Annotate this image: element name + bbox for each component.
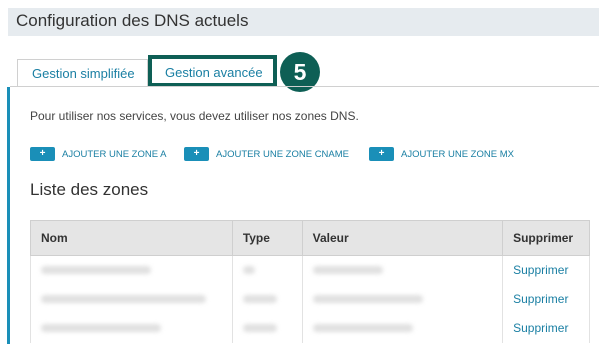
delete-link[interactable]: Supprimer bbox=[513, 263, 568, 277]
cell-nom-redacted bbox=[30, 284, 233, 314]
column-header-supprimer: Supprimer bbox=[502, 220, 590, 256]
button-label: AJOUTER UNE ZONE A bbox=[62, 148, 167, 160]
column-header-type: Type bbox=[231, 220, 303, 256]
plus-icon: + bbox=[30, 147, 55, 161]
table-row: Supprimer bbox=[30, 255, 590, 285]
delete-link[interactable]: Supprimer bbox=[513, 321, 568, 335]
page-header: Configuration des DNS actuels bbox=[8, 8, 599, 36]
table-header-row: Nom Type Valeur Supprimer bbox=[30, 220, 590, 256]
add-zone-cname-button[interactable]: + AJOUTER UNE ZONE CNAME bbox=[184, 146, 349, 162]
column-header-nom: Nom bbox=[30, 220, 233, 256]
tabs-divider bbox=[10, 86, 599, 87]
cell-type-redacted bbox=[231, 255, 303, 285]
cell-delete: Supprimer bbox=[502, 255, 590, 285]
tab-gestion-simplifiee[interactable]: Gestion simplifiée bbox=[17, 59, 148, 87]
zones-table: Nom Type Valeur Supprimer Supprimer Supp… bbox=[30, 220, 590, 343]
plus-icon: + bbox=[184, 147, 209, 161]
column-header-valeur: Valeur bbox=[301, 220, 504, 256]
table-row: Supprimer bbox=[30, 313, 590, 343]
cell-valeur-redacted bbox=[301, 284, 504, 314]
cell-nom-redacted bbox=[30, 313, 233, 343]
intro-text: Pour utiliser nos services, vous devez u… bbox=[30, 109, 359, 123]
cell-type-redacted bbox=[231, 313, 303, 343]
cell-type-redacted bbox=[231, 284, 303, 314]
cell-nom-redacted bbox=[30, 255, 233, 285]
cell-valeur-redacted bbox=[301, 313, 504, 343]
page-title: Configuration des DNS actuels bbox=[16, 11, 249, 30]
cell-delete: Supprimer bbox=[502, 313, 590, 343]
add-zone-mx-button[interactable]: + AJOUTER UNE ZONE MX bbox=[369, 146, 514, 162]
tab-label: Gestion avancée bbox=[165, 65, 263, 80]
delete-link[interactable]: Supprimer bbox=[513, 292, 568, 306]
table-row: Supprimer bbox=[30, 284, 590, 314]
panel-accent-border bbox=[7, 87, 10, 344]
cell-delete: Supprimer bbox=[502, 284, 590, 314]
button-label: AJOUTER UNE ZONE CNAME bbox=[216, 148, 350, 160]
plus-icon: + bbox=[369, 147, 394, 161]
zones-list-title: Liste des zones bbox=[30, 180, 149, 199]
add-zone-a-button[interactable]: + AJOUTER UNE ZONE A bbox=[30, 146, 167, 162]
tab-gestion-avancee[interactable]: Gestion avancée bbox=[148, 55, 277, 87]
tab-label: Gestion simplifiée bbox=[32, 66, 135, 81]
cell-valeur-redacted bbox=[301, 255, 504, 285]
button-label: AJOUTER UNE ZONE MX bbox=[401, 148, 514, 160]
